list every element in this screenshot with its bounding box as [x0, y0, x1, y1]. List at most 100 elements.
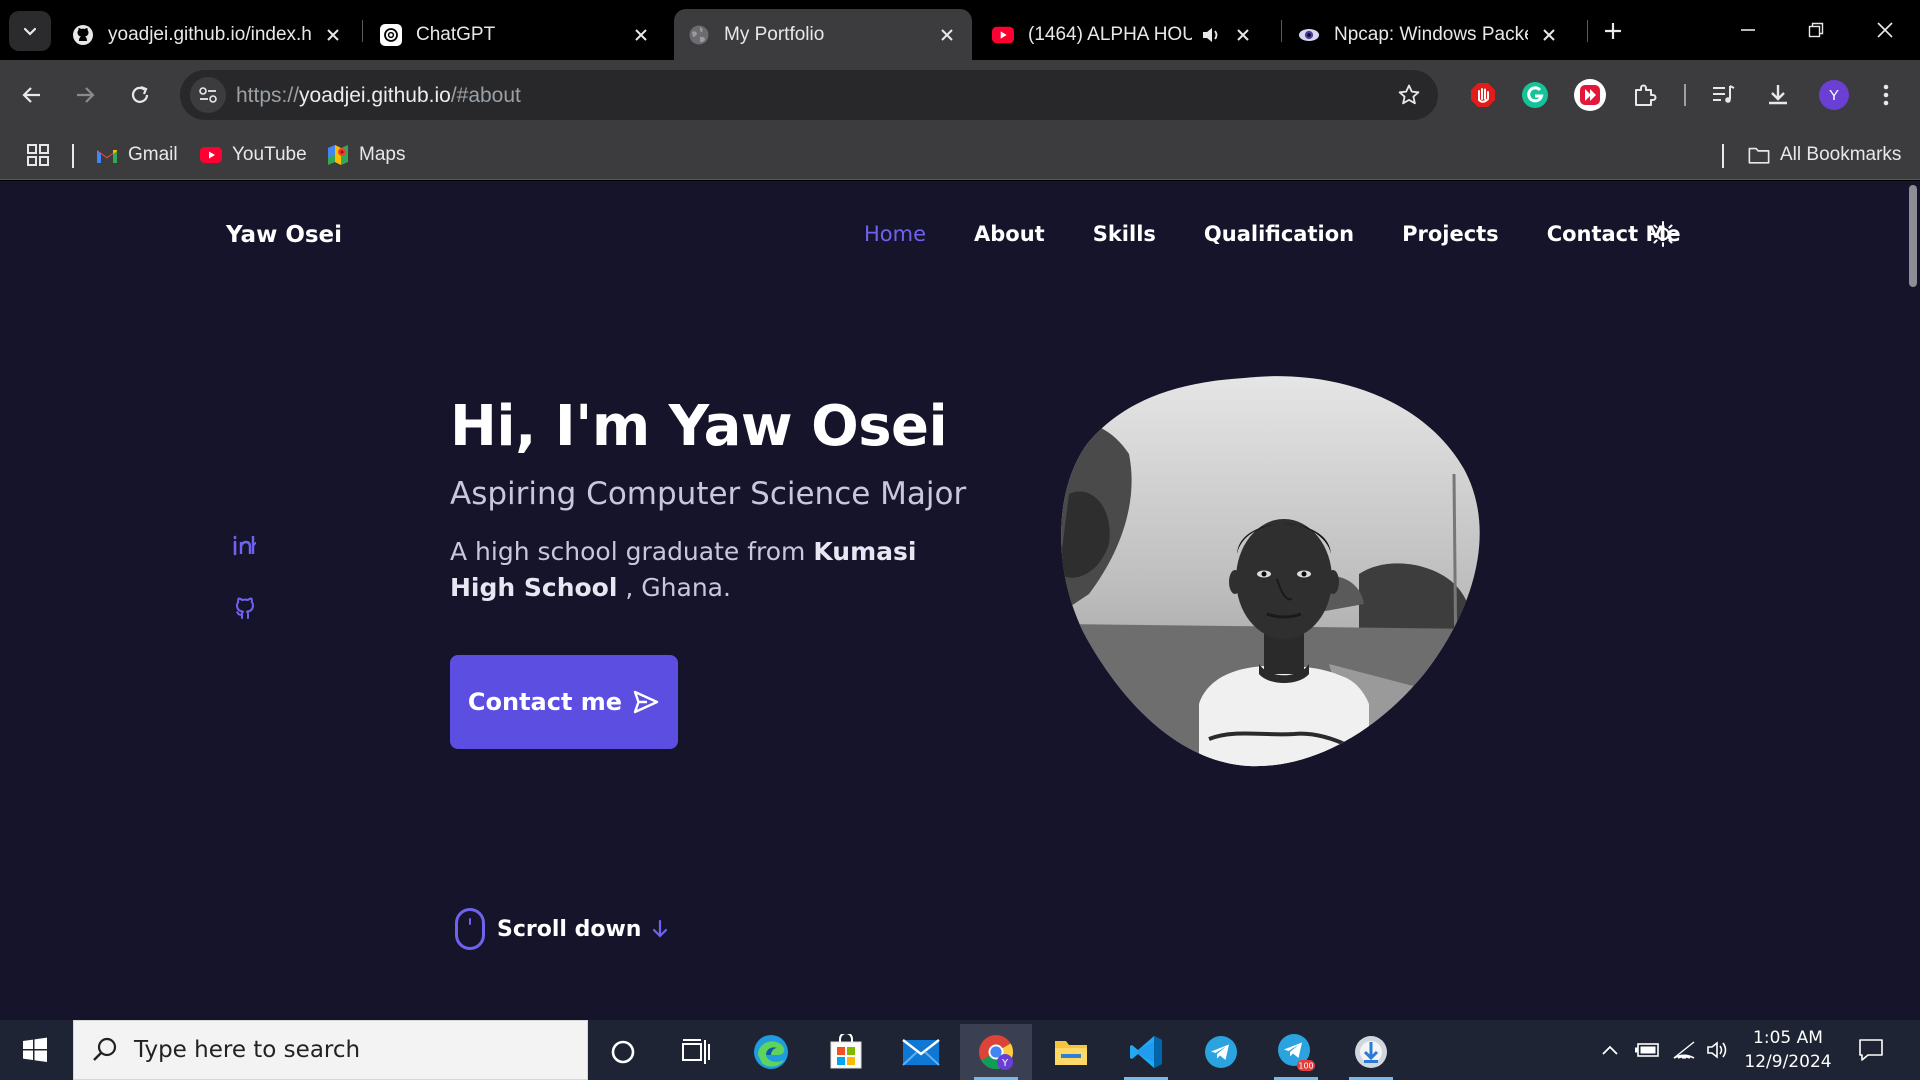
- all-bookmarks-button[interactable]: All Bookmarks: [1748, 142, 1901, 168]
- taskbar-chrome[interactable]: Y: [960, 1024, 1032, 1080]
- downloads-button[interactable]: [1758, 75, 1798, 115]
- windows-taskbar: Type here to search Y 100 1:05 AM 12/9/2…: [0, 1020, 1920, 1080]
- minimize-button[interactable]: [1730, 12, 1766, 48]
- battery-icon: [1635, 1043, 1659, 1057]
- tab-chatgpt[interactable]: ChatGPT: [366, 9, 666, 60]
- page-scrollbar[interactable]: [1906, 181, 1920, 1020]
- tab-search-button[interactable]: [9, 11, 51, 51]
- nav-skills[interactable]: Skills: [1093, 222, 1156, 246]
- extension-grammarly[interactable]: [1515, 75, 1555, 115]
- start-button[interactable]: [10, 1030, 60, 1070]
- battery-indicator[interactable]: [1633, 1038, 1661, 1062]
- media-control-button[interactable]: [1704, 75, 1744, 115]
- tab-youtube-alpha-hour[interactable]: (1464) ALPHA HOUR: [978, 9, 1268, 60]
- site-info-button[interactable]: [190, 77, 226, 113]
- npcap-icon: [1298, 24, 1320, 46]
- taskbar-mail[interactable]: [885, 1024, 957, 1080]
- wifi-icon: [1673, 1041, 1695, 1059]
- extensions-button[interactable]: [1625, 75, 1665, 115]
- hero-title: Hi, I'm Yaw Osei: [450, 394, 948, 459]
- extension-video-speed[interactable]: [1570, 75, 1610, 115]
- reload-icon: [131, 85, 149, 103]
- close-window-button[interactable]: [1867, 12, 1903, 48]
- show-hidden-icons-button[interactable]: [1596, 1038, 1624, 1062]
- scroll-down-label: Scroll down: [497, 916, 642, 942]
- taskbar-telegram-2[interactable]: 100: [1260, 1024, 1332, 1080]
- action-center-button[interactable]: [1855, 1034, 1887, 1066]
- star-icon: [1398, 84, 1420, 105]
- telegram-icon: 100: [1278, 1034, 1315, 1071]
- bookmark-youtube[interactable]: YouTube: [200, 142, 307, 168]
- clock-date: 12/9/2024: [1744, 1052, 1832, 1072]
- taskbar-search-box[interactable]: Type here to search: [73, 1020, 588, 1080]
- bookmark-label: YouTube: [232, 144, 307, 165]
- all-bookmarks-label: All Bookmarks: [1780, 144, 1902, 165]
- volume-indicator[interactable]: [1704, 1038, 1732, 1062]
- taskbar-vscode[interactable]: [1110, 1024, 1182, 1080]
- cortana-button[interactable]: [587, 1024, 659, 1080]
- tab-strip: yoadjei.github.io/index.ht ChatGPT My Po…: [0, 0, 1920, 60]
- site-brand[interactable]: Yaw Osei: [226, 222, 342, 248]
- scroll-down-link[interactable]: Scroll down: [455, 908, 669, 950]
- nav-home[interactable]: Home: [864, 222, 926, 246]
- tab-title: (1464) ALPHA HOUR: [1028, 23, 1192, 45]
- kebab-menu-icon: [1883, 84, 1889, 106]
- bookmarks-bar: Gmail YouTube Maps All Bookmarks: [0, 130, 1920, 180]
- tab-my-portfolio[interactable]: My Portfolio: [674, 9, 972, 60]
- speaker-icon: [1707, 1041, 1727, 1059]
- back-button[interactable]: [12, 75, 52, 115]
- new-tab-button[interactable]: [1597, 15, 1629, 47]
- url-path: /#about: [450, 84, 521, 107]
- taskbar-file-explorer[interactable]: [1035, 1024, 1107, 1080]
- bookmark-star-button[interactable]: [1394, 80, 1424, 110]
- close-tab-icon[interactable]: [1232, 24, 1254, 46]
- task-view-button[interactable]: [660, 1024, 732, 1080]
- folder-icon: [1055, 1041, 1087, 1065]
- taskbar-installer[interactable]: [1335, 1024, 1407, 1080]
- nav-qualification[interactable]: Qualification: [1204, 222, 1354, 246]
- address-bar[interactable]: https://yoadjei.github.io/#about: [180, 70, 1438, 120]
- network-indicator[interactable]: [1670, 1038, 1698, 1062]
- address-text[interactable]: https://yoadjei.github.io/#about: [236, 84, 521, 108]
- hero-description: A high school graduate from Kumasi High …: [450, 534, 970, 606]
- github-link[interactable]: [230, 592, 260, 622]
- installer-icon: [1355, 1036, 1387, 1068]
- restore-button[interactable]: [1798, 12, 1834, 48]
- taskbar-telegram[interactable]: [1185, 1024, 1257, 1080]
- gmail-icon: [96, 144, 118, 166]
- nav-about[interactable]: About: [974, 222, 1045, 246]
- close-tab-icon[interactable]: [936, 24, 958, 46]
- close-icon: [1877, 22, 1893, 38]
- send-icon: [632, 689, 660, 715]
- speaker-icon[interactable]: [1200, 24, 1222, 46]
- maps-icon: [327, 144, 349, 166]
- nav-projects[interactable]: Projects: [1402, 222, 1499, 246]
- tab-npcap[interactable]: Npcap: Windows Packet C: [1284, 9, 1574, 60]
- reload-button[interactable]: [120, 75, 160, 115]
- close-tab-icon[interactable]: [1538, 24, 1560, 46]
- linkedin-link[interactable]: [230, 530, 260, 560]
- taskbar-clock[interactable]: 1:05 AM 12/9/2024: [1738, 1026, 1838, 1074]
- theme-toggle-button[interactable]: [1648, 219, 1678, 249]
- mouse-icon: [455, 908, 485, 950]
- youtube-icon: [992, 24, 1014, 46]
- browser-menu-button[interactable]: [1866, 75, 1906, 115]
- bookmark-maps[interactable]: Maps: [327, 142, 405, 168]
- notification-icon: [1859, 1039, 1883, 1061]
- windows-logo-icon: [23, 1037, 47, 1062]
- contact-me-button[interactable]: Contact me: [450, 655, 678, 749]
- profile-avatar[interactable]: Y: [1819, 80, 1849, 110]
- tab-github[interactable]: yoadjei.github.io/index.ht: [58, 9, 358, 60]
- extension-adblock[interactable]: [1463, 75, 1503, 115]
- close-tab-icon[interactable]: [630, 24, 652, 46]
- search-placeholder: Type here to search: [134, 1037, 361, 1063]
- apps-button[interactable]: [26, 142, 50, 168]
- mail-icon: [902, 1039, 940, 1066]
- scrollbar-thumb[interactable]: [1909, 185, 1917, 287]
- taskbar-edge[interactable]: [735, 1024, 807, 1080]
- close-tab-icon[interactable]: [322, 24, 344, 46]
- bookmark-gmail[interactable]: Gmail: [96, 142, 178, 168]
- taskbar-store[interactable]: [810, 1024, 882, 1080]
- sun-icon: [1650, 221, 1676, 247]
- forward-button[interactable]: [65, 75, 105, 115]
